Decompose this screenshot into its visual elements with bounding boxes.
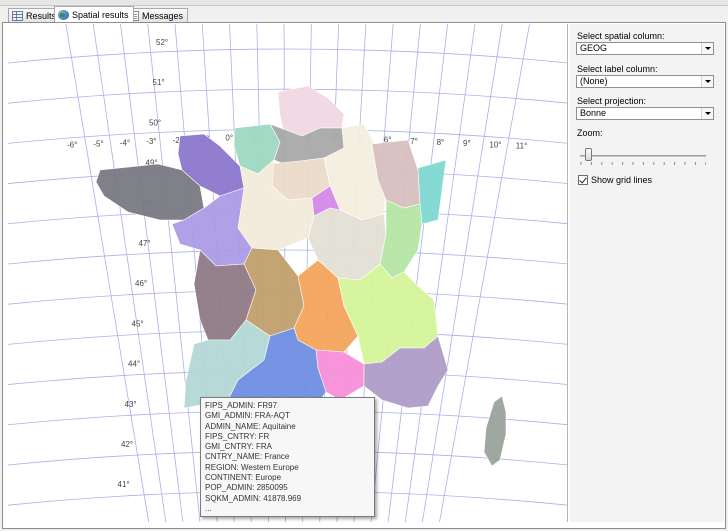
- longitude-label: 7°: [410, 137, 418, 146]
- tooltip-line: GMI_ADMIN: FRA-AQT: [205, 411, 290, 421]
- zoom-slider-track[interactable]: [580, 155, 706, 157]
- latitude-label: 47°: [139, 239, 151, 248]
- show-grid-lines-checkbox[interactable]: [578, 175, 588, 185]
- tab-spatial-results-label: Spatial results: [72, 9, 129, 20]
- latitude-label: 52°: [156, 38, 168, 47]
- latitude-label: 51°: [153, 78, 165, 87]
- latitude-label: 42°: [121, 440, 133, 449]
- tooltip-line: POP_ADMIN: 2850095: [205, 483, 288, 493]
- latitude-label: 50°: [149, 118, 161, 127]
- tooltip-line: FIPS_ADMIN: FR97: [205, 401, 278, 410]
- longitude-line: [65, 24, 150, 522]
- tooltip-line: ...: [205, 503, 212, 513]
- results-grid-icon: [12, 10, 23, 21]
- longitude-label: -5°: [93, 139, 103, 148]
- zoom-label: Zoom:: [577, 128, 603, 138]
- show-grid-lines-label[interactable]: Show grid lines: [591, 175, 652, 185]
- tab-spatial-results[interactable]: Spatial results: [54, 6, 134, 22]
- latitude-label: 41°: [118, 480, 130, 489]
- feature-tooltip: FIPS_ADMIN: FR97 GMI_ADMIN: FRA-AQT ADMI…: [200, 397, 375, 517]
- spatial-column-label: Select spatial column:: [577, 31, 665, 41]
- longitude-label: -6°: [67, 141, 77, 150]
- tab-results-label: Results: [26, 10, 57, 21]
- result-tabs: Results Spatial results Messages: [0, 6, 728, 22]
- chevron-down-icon[interactable]: [701, 76, 713, 87]
- projection-select[interactable]: Bonne: [576, 107, 714, 120]
- longitude-label: -4°: [120, 138, 130, 147]
- longitude-label: 11°: [516, 142, 528, 151]
- latitude-line: [8, 48, 567, 64]
- spatial-column-select[interactable]: GEOG: [576, 42, 714, 55]
- projection-value: Bonne: [580, 108, 607, 118]
- label-column-label: Select label column:: [577, 64, 658, 74]
- tab-messages[interactable]: Messages: [126, 8, 189, 22]
- globe-icon: [58, 9, 69, 20]
- tooltip-line: CNTRY_NAME: France: [205, 452, 290, 462]
- latitude-label: 45°: [132, 319, 144, 328]
- region-shape[interactable]: [483, 395, 507, 467]
- region-shape[interactable]: [379, 199, 423, 279]
- longitude-label: 9°: [463, 139, 471, 148]
- tooltip-line: GMI_CNTRY: FRA: [205, 442, 272, 452]
- label-column-value: (None): [580, 76, 608, 86]
- longitude-line: [404, 24, 476, 522]
- chevron-down-icon[interactable]: [701, 43, 713, 54]
- spatial-options-panel: Select spatial column: GEOG Select label…: [570, 24, 724, 522]
- tooltip-line: FIPS_CNTRY: FR: [205, 431, 270, 441]
- label-column-select[interactable]: (None): [576, 75, 714, 88]
- zoom-slider-ticks: [580, 162, 706, 165]
- chevron-down-icon[interactable]: [701, 108, 713, 119]
- longitude-label: -3°: [146, 137, 156, 146]
- longitude-label: 10°: [489, 140, 501, 149]
- latitude-label: 44°: [128, 360, 140, 369]
- tooltip-line: REGION: Western Europe: [205, 462, 299, 472]
- tooltip-line: CONTINENT: Europe: [205, 473, 282, 483]
- longitude-label: 0°: [225, 134, 233, 143]
- latitude-label: 46°: [135, 279, 147, 288]
- tooltip-line: SQKM_ADMIN: 41878.969: [205, 493, 302, 503]
- tooltip-line: ADMIN_NAME: Aquitaine: [205, 421, 296, 431]
- zoom-slider-thumb[interactable]: [585, 148, 593, 161]
- spatial-column-value: GEOG: [580, 43, 608, 53]
- tab-messages-label: Messages: [142, 10, 184, 21]
- longitude-label: 8°: [437, 138, 445, 147]
- latitude-label: 43°: [125, 400, 137, 409]
- projection-label: Select projection:: [577, 96, 647, 106]
